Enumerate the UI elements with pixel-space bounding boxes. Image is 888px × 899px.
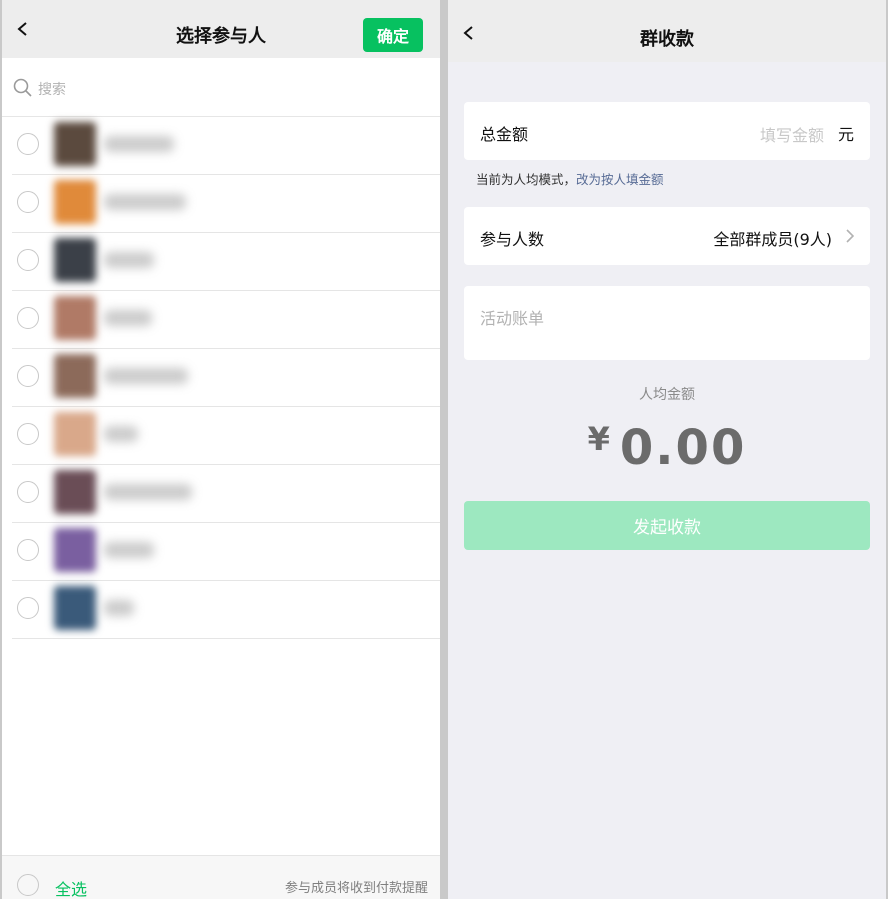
search-bar[interactable]: 搜索 [2,58,440,117]
member-name-blurred [104,368,188,384]
avatar [54,354,96,398]
avatar [54,296,96,340]
currency-symbol: ¥ [587,420,612,458]
member-name-blurred [104,542,154,558]
member-row[interactable] [12,523,440,581]
member-name-blurred [104,136,174,152]
launch-collect-button[interactable]: 发起收款 [464,501,870,550]
bottom-bar: 全选 参与成员将收到付款提醒 [2,855,440,899]
confirm-button[interactable]: 确定 [363,18,423,52]
member-name-blurred [104,310,152,326]
bill-card[interactable]: 活动账单 [464,286,870,360]
member-radio[interactable] [17,191,39,213]
member-radio[interactable] [17,133,39,155]
page-title: 群收款 [640,29,694,50]
search-placeholder: 搜索 [38,82,66,98]
total-amount-card[interactable]: 总金额 填写金额 元 [464,102,870,160]
avatar [54,586,96,630]
member-radio[interactable] [17,423,39,445]
per-person-amount-value: 0.00 [619,420,747,476]
switch-mode-link[interactable]: 改为按人填金额 [576,172,664,187]
member-name-blurred [104,484,192,500]
member-row[interactable] [12,117,440,175]
avatar [54,238,96,282]
avatar [54,470,96,514]
member-row[interactable] [12,349,440,407]
member-radio[interactable] [17,249,39,271]
mode-note-text: 当前为人均模式， [476,172,577,187]
member-radio[interactable] [17,597,39,619]
avatar [54,180,96,224]
select-all-radio[interactable] [17,874,39,896]
member-row[interactable] [12,175,440,233]
select-all-label[interactable]: 全选 [55,876,87,899]
member-radio[interactable] [17,365,39,387]
participants-value: 全部群成员(9人) [713,230,832,249]
avatar [54,528,96,572]
member-name-blurred [104,252,154,268]
mode-note: 当前为人均模式，改为按人填金额 [476,169,664,188]
member-name-blurred [104,426,138,442]
currency-unit: 元 [837,125,854,144]
total-amount-label: 总金额 [480,125,529,144]
nav-bar: 群收款 [448,0,886,62]
member-name-blurred [104,194,186,210]
member-row[interactable] [12,581,440,639]
participants-label: 参与人数 [480,230,545,249]
group-collect-screen: 群收款 总金额 填写金额 元 当前为人均模式，改为按人填金额 参与人数 全部群成… [448,0,886,899]
per-person-amount: ¥0.00 [448,420,886,476]
member-row[interactable] [12,291,440,349]
member-row[interactable] [12,407,440,465]
member-radio[interactable] [17,539,39,561]
per-person-label: 人均金额 [639,387,695,403]
amount-input[interactable]: 填写金额 [760,122,824,146]
member-list [2,117,440,639]
participants-card[interactable]: 参与人数 全部群成员(9人) [464,207,870,265]
chevron-right-icon [846,229,854,243]
bill-input[interactable]: 活动账单 [480,305,544,329]
search-icon [13,78,32,97]
member-radio[interactable] [17,481,39,503]
select-participants-screen: 选择参与人 确定 搜索 全选 参与成员将收到付款提醒 [2,0,440,899]
nav-bar: 选择参与人 确定 [2,0,440,58]
payment-reminder-note: 参与成员将收到付款提醒 [284,881,428,896]
member-name-blurred [104,600,134,616]
member-row[interactable] [12,233,440,291]
avatar [54,412,96,456]
member-radio[interactable] [17,307,39,329]
avatar [54,122,96,166]
member-row[interactable] [12,465,440,523]
